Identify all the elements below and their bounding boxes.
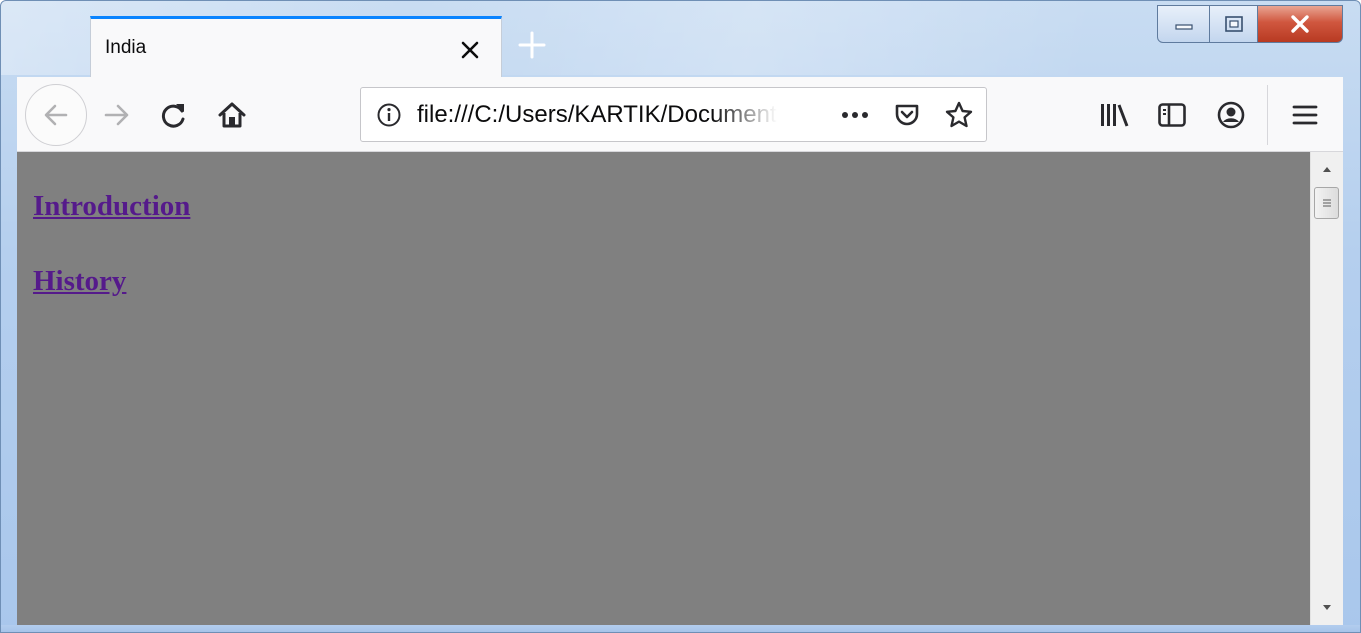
close-icon <box>1291 15 1309 33</box>
tab-close-button[interactable] <box>453 33 487 67</box>
url-bar[interactable]: file:///C:/Users/KARTIK/Documents/ <box>360 87 987 142</box>
window-close-button[interactable] <box>1258 5 1343 43</box>
home-icon <box>218 102 246 128</box>
library-icon <box>1101 104 1129 127</box>
back-button[interactable] <box>25 84 87 146</box>
sidebar-button[interactable] <box>1154 97 1190 133</box>
vertical-scrollbar[interactable] <box>1310 152 1343 625</box>
account-button[interactable] <box>1213 97 1249 133</box>
scroll-down-button[interactable] <box>1311 595 1343 621</box>
plus-icon <box>518 31 546 59</box>
back-arrow-icon <box>44 104 68 126</box>
window-bottom-frame <box>1 625 1360 632</box>
page-content: Introduction History <box>17 152 1310 625</box>
pocket-button[interactable] <box>889 97 925 133</box>
reload-icon <box>161 104 185 128</box>
tab-india[interactable]: India <box>90 16 502 77</box>
tab-title: India <box>105 37 147 58</box>
info-icon <box>377 103 401 127</box>
site-info-button[interactable] <box>371 97 407 133</box>
account-icon <box>1217 101 1245 129</box>
minimize-icon <box>1174 24 1193 30</box>
bookmark-star-icon <box>945 101 973 128</box>
sidebar-icon <box>1158 103 1186 127</box>
scroll-down-arrow-icon <box>1323 605 1331 610</box>
library-button[interactable] <box>1096 97 1132 133</box>
introduction-link[interactable]: Introduction <box>33 190 190 223</box>
page-actions-ellipsis-icon <box>842 112 868 118</box>
home-button[interactable] <box>214 97 250 133</box>
maximize-button[interactable] <box>1210 5 1258 43</box>
scroll-up-button[interactable] <box>1311 156 1343 182</box>
toolbar-separator <box>1267 85 1268 145</box>
page-actions-button[interactable] <box>837 97 873 133</box>
window-controls <box>1157 5 1343 43</box>
grip-icon <box>1322 199 1331 207</box>
navigation-toolbar: file:///C:/Users/KARTIK/Documents/ <box>17 77 1343 152</box>
forward-arrow-icon <box>104 104 129 126</box>
maximize-icon <box>1224 16 1243 32</box>
browser-window: India file:///C:/Users/KARTIK/Documents/… <box>0 0 1361 633</box>
history-link[interactable]: History <box>33 265 126 298</box>
bookmark-button[interactable] <box>941 97 977 133</box>
reload-button[interactable] <box>156 97 192 133</box>
scroll-thumb[interactable] <box>1314 187 1339 219</box>
scroll-up-arrow-icon <box>1323 167 1331 172</box>
minimize-button[interactable] <box>1157 5 1210 43</box>
pocket-icon <box>895 104 919 126</box>
url-text[interactable]: file:///C:/Users/KARTIK/Documents/ <box>417 101 777 131</box>
menu-button[interactable] <box>1287 97 1323 133</box>
hamburger-menu-icon <box>1292 105 1318 125</box>
close-icon <box>461 41 479 59</box>
new-tab-button[interactable] <box>514 27 550 63</box>
forward-button[interactable] <box>99 97 135 133</box>
